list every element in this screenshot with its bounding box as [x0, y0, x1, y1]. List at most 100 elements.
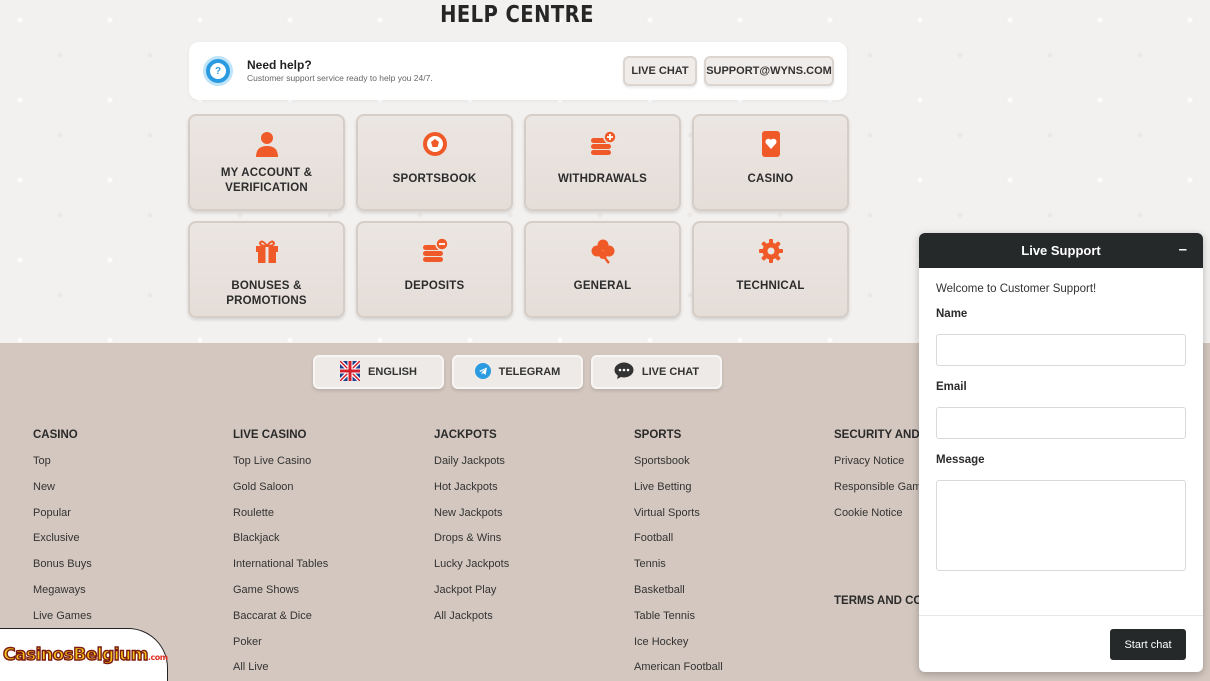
start-chat-button[interactable]: Start chat: [1110, 629, 1186, 660]
welcome-text: Welcome to Customer Support!: [936, 283, 1097, 295]
live-support-title: Live Support: [1021, 243, 1101, 258]
footer-link[interactable]: Poker: [233, 636, 328, 662]
footer-link[interactable]: Ice Hockey: [634, 636, 723, 662]
category-sportsbook[interactable]: SPORTSBOOK: [356, 114, 513, 211]
footer-link[interactable]: Roulette: [233, 507, 328, 533]
live-support-header: Live Support –: [919, 233, 1203, 268]
footer-link[interactable]: Live Betting: [634, 481, 723, 507]
category-label: DEPOSITS: [404, 280, 465, 292]
category-deposits[interactable]: DEPOSITS: [356, 221, 513, 318]
footer-link[interactable]: Jackpot Play: [434, 584, 509, 610]
soccer-ball-icon: [421, 130, 449, 158]
support-email-button[interactable]: SUPPORT@WYNS.COM: [704, 56, 834, 86]
column-heading: SECURITY AND PRI: [834, 429, 919, 441]
footer-link[interactable]: Game Shows: [233, 584, 328, 610]
name-field[interactable]: [936, 334, 1186, 366]
user-icon: [253, 130, 281, 158]
live-chat-label: LIVE CHAT: [641, 366, 700, 378]
footer-link[interactable]: Gold Saloon: [233, 481, 328, 507]
footer-link[interactable]: Basketball: [634, 584, 723, 610]
need-help-banner: ? Need help? Customer support service re…: [189, 42, 847, 100]
gear-icon: [757, 237, 785, 265]
footer-link[interactable]: All Live: [233, 661, 328, 681]
footer-link[interactable]: Virtual Sports: [634, 507, 723, 533]
telegram-icon: [474, 362, 491, 382]
page-title: HELP CENTRE: [440, 2, 594, 28]
footer-link[interactable]: Privacy Notice: [834, 455, 919, 481]
category-general[interactable]: GENERAL: [524, 221, 681, 318]
footer-link[interactable]: New Jackpots: [434, 507, 509, 533]
category-label: CASINO: [747, 173, 794, 185]
question-icon: ?: [203, 56, 233, 86]
footer-link[interactable]: Top Live Casino: [233, 455, 328, 481]
footer-link[interactable]: Blackjack: [233, 532, 328, 558]
footer-column-sports: SPORTS Sportsbook Live Betting Virtual S…: [634, 429, 723, 681]
footer-link[interactable]: Popular: [33, 507, 92, 533]
live-chat-button[interactable]: LIVE CHAT: [623, 56, 697, 86]
need-help-subtitle: Customer support service ready to help y…: [247, 73, 433, 83]
language-button[interactable]: ENGLISH: [313, 355, 444, 389]
footer-column-live-casino: LIVE CASINO Top Live Casino Gold Saloon …: [233, 429, 328, 681]
live-support-widget: Live Support – Welcome to Customer Suppo…: [919, 233, 1203, 672]
footer-link[interactable]: International Tables: [233, 558, 328, 584]
chat-bubble-icon: [614, 362, 634, 383]
footer-link[interactable]: Top: [33, 455, 92, 481]
footer-link[interactable]: Responsible Gaming: [834, 481, 919, 507]
footer-link[interactable]: Football: [634, 532, 723, 558]
category-label: WITHDRAWALS: [557, 173, 648, 185]
category-label: GENERAL: [573, 280, 632, 292]
footer-link[interactable]: Baccarat & Dice: [233, 610, 328, 636]
category-bonuses[interactable]: BONUSES & PROMOTIONS: [188, 221, 345, 318]
uk-flag-icon: [338, 359, 362, 384]
telegram-label: TELEGRAM: [498, 366, 561, 378]
category-my-account[interactable]: MY ACCOUNT & VERIFICATION: [188, 114, 345, 211]
category-casino[interactable]: CASINO: [692, 114, 849, 211]
minimize-icon[interactable]: –: [1179, 241, 1187, 258]
footer-link[interactable]: Lucky Jackpots: [434, 558, 509, 584]
footer-column-security: SECURITY AND PRI Privacy Notice Responsi…: [834, 429, 919, 532]
footer-link[interactable]: New: [33, 481, 92, 507]
name-label: Name: [936, 308, 968, 320]
footer-link[interactable]: Daily Jackpots: [434, 455, 509, 481]
telegram-button[interactable]: TELEGRAM: [452, 355, 583, 389]
footer-column-jackpots: JACKPOTS Daily Jackpots Hot Jackpots New…: [434, 429, 509, 636]
category-withdrawals[interactable]: WITHDRAWALS: [524, 114, 681, 211]
casinosbelgium-logo-text: CasinosBelgium.com: [2, 644, 168, 665]
playing-card-icon: [757, 130, 785, 158]
column-heading: TERMS AND CONDI: [834, 595, 919, 607]
footer-link[interactable]: Cookie Notice: [834, 507, 919, 533]
footer-link[interactable]: Megaways: [33, 584, 92, 610]
coins-minus-icon: [421, 237, 449, 265]
footer-link[interactable]: Hot Jackpots: [434, 481, 509, 507]
message-label: Message: [936, 454, 985, 466]
column-heading: CASINO: [33, 429, 78, 441]
footer-live-chat-button[interactable]: LIVE CHAT: [591, 355, 722, 389]
language-label: ENGLISH: [368, 366, 417, 378]
footer-link[interactable]: Exclusive: [33, 532, 92, 558]
category-label: MY ACCOUNT & VERIFICATION: [220, 167, 313, 194]
email-field[interactable]: [936, 407, 1186, 439]
column-heading: JACKPOTS: [434, 429, 497, 441]
column-heading: SPORTS: [634, 429, 682, 441]
gift-icon: [253, 237, 281, 265]
footer-link[interactable]: American Football: [634, 661, 723, 681]
footer-link[interactable]: Tennis: [634, 558, 723, 584]
category-label: TECHNICAL: [736, 280, 805, 292]
category-label: BONUSES & PROMOTIONS: [226, 280, 307, 307]
footer-link[interactable]: Bonus Buys: [33, 558, 92, 584]
footer-link[interactable]: All Jackpots: [434, 610, 509, 636]
footer-column-casino: CASINO Top New Popular Exclusive Bonus B…: [33, 429, 92, 636]
category-technical[interactable]: TECHNICAL: [692, 221, 849, 318]
footer-link[interactable]: Table Tennis: [634, 610, 723, 636]
message-field[interactable]: [936, 480, 1186, 571]
footer-link[interactable]: Sportsbook: [634, 455, 723, 481]
email-label: Email: [936, 381, 967, 393]
footer-column-terms: TERMS AND CONDI: [834, 595, 919, 621]
clover-icon: [589, 237, 617, 265]
category-label: SPORTSBOOK: [392, 173, 477, 185]
coins-plus-icon: [589, 130, 617, 158]
need-help-title: Need help?: [247, 58, 312, 72]
footer-link[interactable]: Drops & Wins: [434, 532, 509, 558]
column-heading: LIVE CASINO: [233, 429, 307, 441]
divider: [919, 615, 1203, 616]
